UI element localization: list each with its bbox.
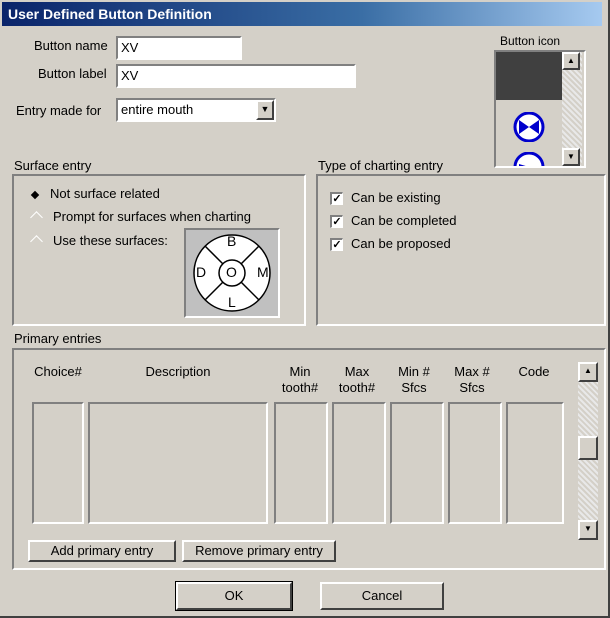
radio-selected-icon[interactable] — [30, 190, 40, 200]
radio-label: Use these surfaces: — [53, 233, 168, 248]
checkbox-can-be-existing[interactable]: ✓ Can be existing — [330, 190, 441, 206]
button-icon-list[interactable]: ▲ ▼ — [494, 50, 586, 168]
min-tooth-column[interactable] — [274, 402, 328, 524]
button-name-input[interactable]: XV — [116, 36, 242, 60]
checkbox-can-be-proposed[interactable]: ✓ Can be proposed — [330, 236, 451, 252]
col-header-choice: Choice# — [34, 364, 82, 379]
radio-unselected-icon[interactable] — [30, 235, 43, 248]
tooth-bowtie-icon[interactable] — [513, 111, 545, 143]
radio-use-these-surfaces[interactable]: Use these surfaces: — [30, 233, 168, 248]
tooth-surface-diagram[interactable]: B D O M L — [184, 228, 280, 318]
scroll-up-icon[interactable]: ▲ — [562, 52, 580, 70]
button-label-input[interactable]: XV — [116, 64, 356, 88]
checkmark-icon[interactable]: ✓ — [330, 238, 343, 252]
checkmark-icon[interactable]: ✓ — [330, 192, 343, 206]
scroll-down-icon[interactable]: ▼ — [578, 520, 598, 540]
window-title: User Defined Button Definition — [8, 6, 212, 22]
button-label-label: Button label — [38, 66, 107, 81]
radio-unselected-icon[interactable] — [30, 211, 43, 224]
surface-o[interactable]: O — [226, 264, 237, 280]
radio-label: Prompt for surfaces when charting — [53, 209, 251, 224]
scroll-down-icon[interactable]: ▼ — [562, 148, 580, 166]
entry-made-for-value: entire mouth — [121, 102, 194, 117]
surface-b[interactable]: B — [227, 233, 236, 249]
surface-d[interactable]: D — [196, 264, 206, 280]
add-primary-entry-button[interactable]: Add primary entry — [28, 540, 176, 562]
col-header-min-sfcs: Min # Sfcs — [398, 364, 430, 395]
remove-primary-entry-button[interactable]: Remove primary entry — [182, 540, 336, 562]
col-header-code: Code — [518, 364, 550, 379]
tooth-partial-icon[interactable] — [513, 152, 545, 166]
ok-button[interactable]: OK — [175, 581, 293, 611]
max-tooth-column[interactable] — [332, 402, 386, 524]
primary-entries-title: Primary entries — [14, 331, 102, 346]
title-bar: User Defined Button Definition — [2, 2, 602, 26]
charting-type-title: Type of charting entry — [318, 158, 444, 173]
col-header-max-tooth: Max tooth# — [338, 364, 376, 395]
code-column[interactable] — [506, 402, 564, 524]
cancel-button[interactable]: Cancel — [320, 582, 444, 610]
max-sfcs-column[interactable] — [448, 402, 502, 524]
icon-slot-selected[interactable] — [496, 52, 562, 100]
col-header-min-tooth: Min tooth# — [281, 364, 319, 395]
scrollbar-thumb[interactable] — [578, 436, 598, 460]
dialog-window: User Defined Button Definition Button na… — [0, 0, 610, 618]
checkbox-label: Can be proposed — [351, 236, 451, 251]
col-header-max-sfcs: Max # Sfcs — [454, 364, 490, 395]
surface-entry-title: Surface entry — [14, 158, 92, 173]
scroll-up-icon[interactable]: ▲ — [578, 362, 598, 382]
entry-made-for-label: Entry made for — [16, 103, 102, 118]
button-name-label: Button name — [34, 38, 108, 53]
col-header-description: Description — [145, 364, 211, 379]
radio-not-surface-related[interactable]: Not surface related — [30, 186, 160, 201]
description-column[interactable] — [88, 402, 268, 524]
dropdown-arrow-icon[interactable]: ▼ — [256, 100, 274, 120]
entry-made-for-select[interactable]: entire mouth — [116, 98, 276, 122]
checkbox-can-be-completed[interactable]: ✓ Can be completed — [330, 213, 457, 229]
min-sfcs-column[interactable] — [390, 402, 444, 524]
choice-column[interactable] — [32, 402, 84, 524]
checkmark-icon[interactable]: ✓ — [330, 215, 343, 229]
radio-label: Not surface related — [50, 186, 160, 201]
button-icon-label: Button icon — [500, 34, 561, 48]
radio-prompt-surfaces[interactable]: Prompt for surfaces when charting — [30, 209, 251, 224]
checkbox-label: Can be existing — [351, 190, 441, 205]
surface-l[interactable]: L — [228, 294, 236, 310]
checkbox-label: Can be completed — [351, 213, 457, 228]
surface-m[interactable]: M — [257, 264, 269, 280]
